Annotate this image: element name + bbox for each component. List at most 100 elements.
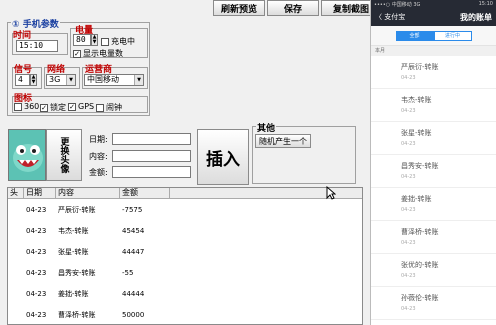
table-header: 头 日期 内容 金额 [8,188,362,199]
list-item-date: 04-23 [401,174,416,180]
charging-checkbox-box[interactable] [101,37,109,46]
icon-option-lock[interactable]: ✓ 锁定 [40,102,66,113]
row-amount: 44447 [122,247,145,256]
list-item[interactable]: 韦杰-转账 04-23 [371,89,496,122]
row-amount: 50000 [122,310,145,319]
random-generate-button[interactable]: 随机产生一个 [255,134,311,148]
phone-title: 我的账单 [460,12,492,22]
time-input[interactable]: 15:10 [16,40,58,52]
refresh-preview-button[interactable]: 刷新预览 [213,0,265,16]
icon-option-gps[interactable]: ✓ GPS [68,102,94,111]
list-item-date: 04-23 [401,240,416,246]
mouse-cursor-icon [326,186,336,200]
battery-stepper[interactable]: ▲ ▼ [91,34,98,46]
table-row[interactable]: 04-23 昌秀安-转账 -55 [8,262,362,283]
list-item[interactable]: 孙薇伦-转账 04-23 [371,287,496,320]
amount-label: 金额: [89,168,108,177]
network-select[interactable]: 3G ▼ [46,74,76,86]
date-label: 日期: [89,135,108,144]
signal-stepper[interactable]: ▲ ▼ [30,74,37,86]
content-field[interactable] [112,150,191,162]
show-battery-checkbox-label: 显示电量数 [83,49,123,58]
header-date[interactable]: 日期 [24,188,56,198]
phone-bill-list: 严辰衍-转账 04-23 韦杰-转账 04-23 张星-转账 04-23 昌秀安-转账 04-… [371,56,496,320]
table-row[interactable]: 04-23 姜拙-转账 44444 [8,283,362,304]
toolbar: 刷新预览 保存 复制截图 [213,0,381,16]
row-content: 昌秀安-转账 [58,268,96,277]
show-battery-checkbox[interactable]: ✓ 显示电量数 [73,48,123,59]
table-row[interactable]: 04-23 张星-转账 44447 [8,241,362,262]
chevron-down-icon[interactable]: ▼ [134,75,143,85]
icon-option-lock-box[interactable]: ✓ [40,103,48,112]
transactions-table[interactable]: 头 日期 内容 金额 04-23 严辰衍-转账 -7575 04-23 韦杰-转… [7,187,363,325]
date-field[interactable] [112,133,191,145]
phone-carrier: ••••○ 中国移动 3G [374,2,421,8]
icon-option-alarm[interactable]: 闹钟 [96,102,122,113]
other-legend: 其他 [256,121,277,134]
row-amount: -55 [122,268,134,277]
list-item-date: 04-23 [401,273,416,279]
list-item-name: 曹泽桥-转账 [401,228,439,236]
list-item[interactable]: 昌秀安-转账 04-23 [371,155,496,188]
icon-option-gps-label: GPS [78,102,95,111]
icon-option-360[interactable]: 360 [14,102,39,111]
charging-checkbox[interactable]: 充电中 [101,36,135,47]
signal-input[interactable]: 4 [15,74,30,86]
list-item-name: 张星-转账 [401,129,432,137]
list-item-date: 04-23 [401,141,416,147]
table-row[interactable]: 04-23 曹泽桥-转账 50000 [8,304,362,324]
header-content[interactable]: 内容 [56,188,120,198]
insert-button[interactable]: 插入 [197,129,249,185]
phone-back-button[interactable]: 〈 支付宝 [375,12,405,22]
row-date: 04-23 [26,205,47,214]
row-content: 姜拙-转账 [58,289,89,298]
row-content: 韦杰-转账 [58,226,89,235]
amount-field[interactable] [112,166,191,178]
editor-pane: 刷新预览 保存 复制截图 ① 手机参数 时间 15:10 电量 80 ▲ ▼ 充电… [0,0,381,325]
list-item-name: 韦杰-转账 [401,96,432,104]
phone-month-header: 本月 [371,46,496,56]
battery-input[interactable]: 80 [73,34,91,46]
change-avatar-button[interactable]: 更换头像 [46,129,82,181]
icon-option-360-label: 360 [24,102,40,111]
show-battery-checkbox-box[interactable]: ✓ [73,49,81,58]
list-item-date: 04-23 [401,207,416,213]
row-amount: 44444 [122,289,145,298]
header-avatar[interactable]: 头 [8,188,24,198]
list-item-name: 严辰衍-转账 [401,63,439,71]
avatar[interactable] [8,129,46,181]
row-date: 04-23 [26,310,47,319]
row-content: 张星-转账 [58,247,89,256]
list-item[interactable]: 张星-转账 04-23 [371,122,496,155]
list-item-name: 孙薇伦-转账 [401,294,439,302]
tab-all[interactable]: 全部 [395,30,434,41]
list-item[interactable]: 姜拙-转账 04-23 [371,188,496,221]
list-item[interactable]: 张优的-转账 04-23 [371,254,496,287]
table-row[interactable]: 04-23 韦杰-转账 45454 [8,220,362,241]
list-item[interactable]: 严辰衍-转账 04-23 [371,56,496,89]
row-content: 严辰衍-转账 [58,205,96,214]
row-amount: -7575 [122,205,143,214]
icon-option-gps-box[interactable]: ✓ [68,102,76,111]
row-content: 曹泽桥-转账 [58,310,96,319]
table-row[interactable]: 04-23 严辰衍-转账 -7575 [8,199,362,220]
list-item-name: 姜拙-转账 [401,195,432,203]
icon-option-lock-label: 锁定 [50,103,66,112]
list-item-date: 04-23 [401,108,416,114]
phone-time: 15:10 [478,1,493,7]
carrier-select[interactable]: 中国移动 ▼ [84,74,144,86]
tab-in-progress[interactable]: 进行中 [433,30,472,41]
content-label: 内容: [89,152,108,161]
icon-option-alarm-box[interactable] [96,103,104,112]
phone-tabs: 全部 进行中 [371,26,496,46]
header-amount[interactable]: 金额 [120,188,170,198]
row-date: 04-23 [26,226,47,235]
save-button[interactable]: 保存 [267,0,319,16]
icon-option-360-box[interactable] [14,102,22,111]
list-item[interactable]: 曹泽桥-转账 04-23 [371,221,496,254]
list-item-date: 04-23 [401,75,416,81]
monster-avatar-icon [13,144,43,172]
list-item-name: 昌秀安-转账 [401,162,439,170]
chevron-down-icon[interactable]: ▼ [66,75,75,85]
phone-status-bar: ••••○ 中国移动 3G 15:10 [371,0,496,8]
